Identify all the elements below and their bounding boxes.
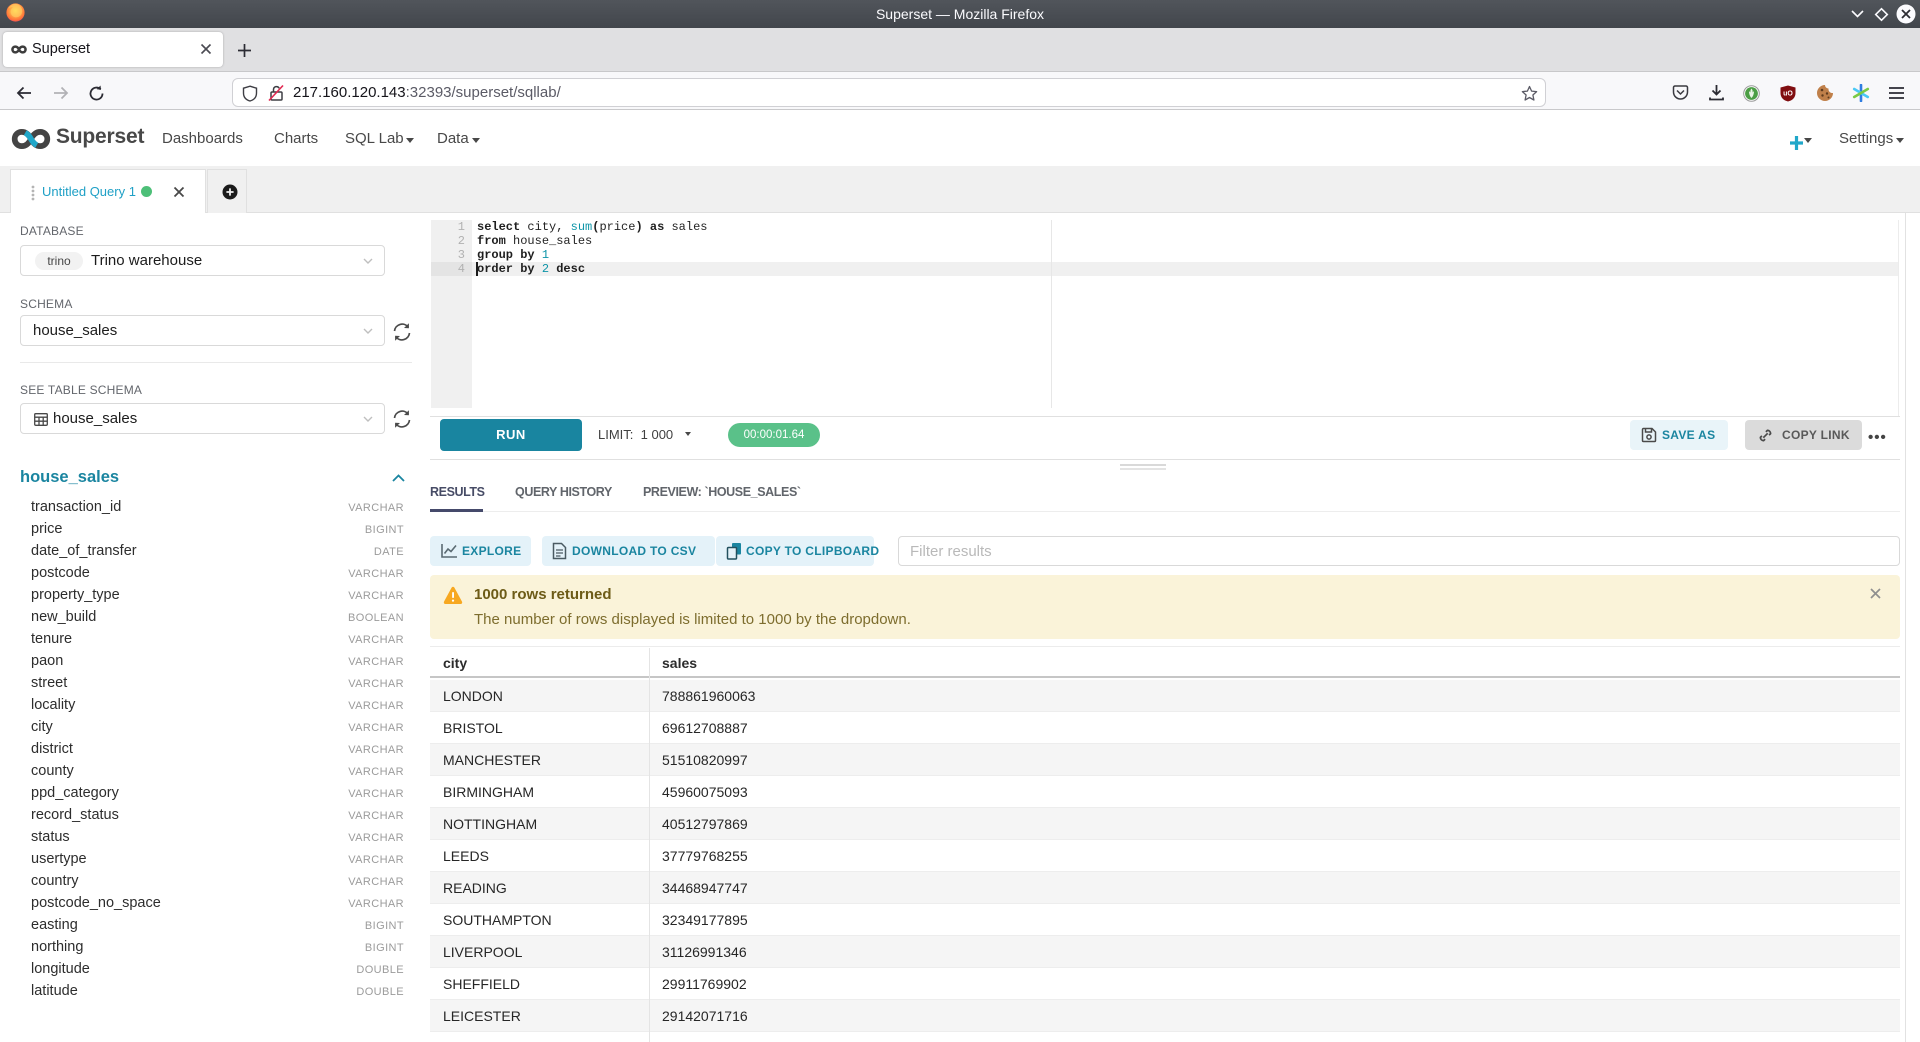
- svg-text:uO: uO: [1783, 91, 1793, 98]
